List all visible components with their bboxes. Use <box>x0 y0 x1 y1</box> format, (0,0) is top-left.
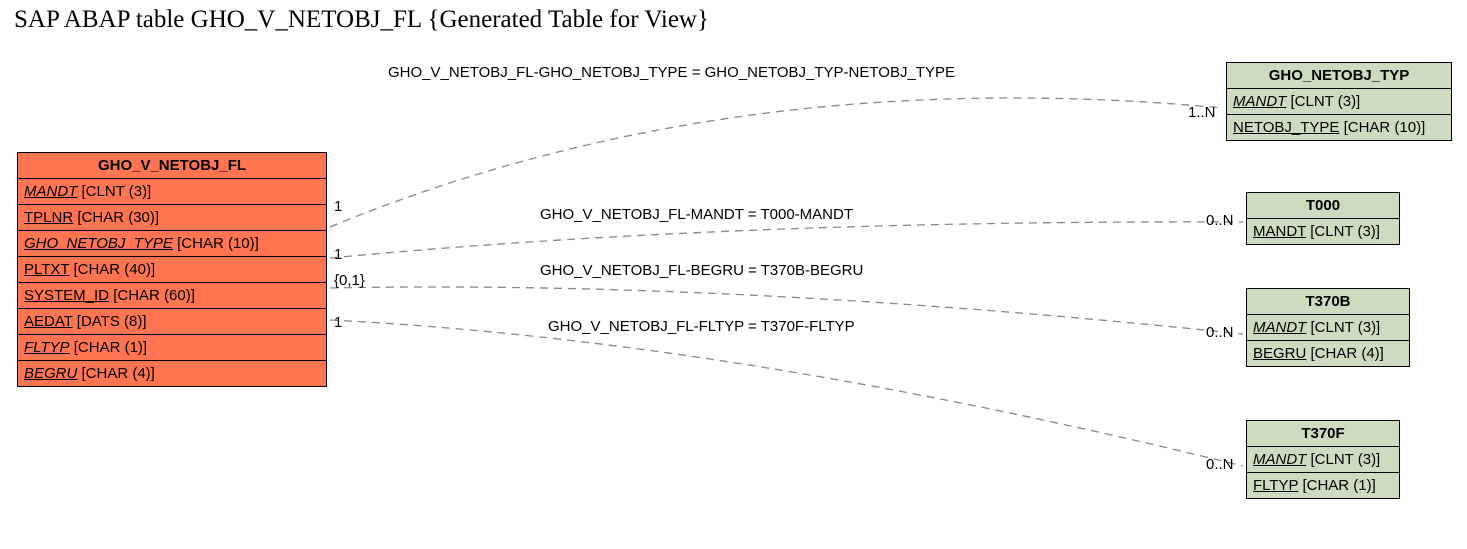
field-type: [CLNT (3)] <box>77 183 151 200</box>
cardinality-right-1: 0..N <box>1206 212 1234 229</box>
relation-label-1: GHO_V_NETOBJ_FL-MANDT = T000-MANDT <box>540 206 853 223</box>
entity-field: FLTYP [CHAR (1)] <box>18 335 326 361</box>
field-type: [CLNT (3)] <box>1306 319 1380 336</box>
relation-label-0: GHO_V_NETOBJ_FL-GHO_NETOBJ_TYPE = GHO_NE… <box>388 64 955 81</box>
cardinality-right-3: 0..N <box>1206 456 1234 473</box>
field-name: MANDT <box>1253 451 1306 468</box>
field-type: [CLNT (3)] <box>1306 451 1380 468</box>
field-type: [DATS (8)] <box>73 313 147 330</box>
field-name: MANDT <box>24 183 77 200</box>
entity-header: T370F <box>1247 421 1399 447</box>
page-title: SAP ABAP table GHO_V_NETOBJ_FL {Generate… <box>14 6 709 34</box>
field-type: [CHAR (10)] <box>1339 119 1425 136</box>
entity-field: MANDT [CLNT (3)] <box>1247 315 1409 341</box>
field-type: [CHAR (40)] <box>69 261 155 278</box>
entity-field: BEGRU [CHAR (4)] <box>18 361 326 386</box>
field-type: [CHAR (10)] <box>173 235 259 252</box>
field-name: SYSTEM_ID <box>24 287 109 304</box>
relation-label-2: GHO_V_NETOBJ_FL-BEGRU = T370B-BEGRU <box>540 262 863 279</box>
cardinality-left-3: 1 <box>334 314 342 331</box>
cardinality-left-0: 1 <box>334 198 342 215</box>
entity-field: BEGRU [CHAR (4)] <box>1247 341 1409 366</box>
entity-t000: T000 MANDT [CLNT (3)] <box>1246 192 1400 245</box>
entity-gho-v-netobj-fl: GHO_V_NETOBJ_FL MANDT [CLNT (3)]TPLNR [C… <box>17 152 327 387</box>
entity-gho-netobj-typ: GHO_NETOBJ_TYP MANDT [CLNT (3)]NETOBJ_TY… <box>1226 62 1452 141</box>
entity-field: MANDT [CLNT (3)] <box>1227 89 1451 115</box>
entity-field: MANDT [CLNT (3)] <box>18 179 326 205</box>
field-name: GHO_NETOBJ_TYPE <box>24 235 173 252</box>
entity-field: TPLNR [CHAR (30)] <box>18 205 326 231</box>
entity-t370f: T370F MANDT [CLNT (3)]FLTYP [CHAR (1)] <box>1246 420 1400 499</box>
field-name: AEDAT <box>24 313 73 330</box>
field-type: [CHAR (1)] <box>1298 477 1376 494</box>
field-type: [CHAR (4)] <box>77 365 155 382</box>
entity-field: MANDT [CLNT (3)] <box>1247 447 1399 473</box>
entity-field: FLTYP [CHAR (1)] <box>1247 473 1399 498</box>
entity-header: T370B <box>1247 289 1409 315</box>
field-name: FLTYP <box>24 339 70 356</box>
entity-field: PLTXT [CHAR (40)] <box>18 257 326 283</box>
field-name: TPLNR <box>24 209 73 226</box>
field-type: [CHAR (1)] <box>70 339 148 356</box>
field-name: MANDT <box>1253 223 1306 240</box>
field-name: BEGRU <box>24 365 77 382</box>
cardinality-right-2: 0..N <box>1206 324 1234 341</box>
cardinality-left-1: 1 <box>334 246 342 263</box>
field-type: [CHAR (30)] <box>73 209 159 226</box>
entity-field: SYSTEM_ID [CHAR (60)] <box>18 283 326 309</box>
entity-field: MANDT [CLNT (3)] <box>1247 219 1399 244</box>
entity-field: GHO_NETOBJ_TYPE [CHAR (10)] <box>18 231 326 257</box>
field-name: MANDT <box>1233 93 1286 110</box>
entity-header: GHO_V_NETOBJ_FL <box>18 153 326 179</box>
entity-t370b: T370B MANDT [CLNT (3)]BEGRU [CHAR (4)] <box>1246 288 1410 367</box>
field-name: PLTXT <box>24 261 69 278</box>
field-type: [CLNT (3)] <box>1286 93 1360 110</box>
field-name: BEGRU <box>1253 345 1306 362</box>
entity-field: NETOBJ_TYPE [CHAR (10)] <box>1227 115 1451 140</box>
field-type: [CHAR (60)] <box>109 287 195 304</box>
entity-field: AEDAT [DATS (8)] <box>18 309 326 335</box>
field-type: [CLNT (3)] <box>1306 223 1380 240</box>
field-name: NETOBJ_TYPE <box>1233 119 1339 136</box>
field-name: MANDT <box>1253 319 1306 336</box>
relation-label-3: GHO_V_NETOBJ_FL-FLTYP = T370F-FLTYP <box>548 318 855 335</box>
cardinality-left-2: {0,1} <box>334 272 365 289</box>
field-type: [CHAR (4)] <box>1306 345 1384 362</box>
entity-header: GHO_NETOBJ_TYP <box>1227 63 1451 89</box>
entity-header: T000 <box>1247 193 1399 219</box>
field-name: FLTYP <box>1253 477 1298 494</box>
cardinality-right-0: 1..N <box>1188 104 1216 121</box>
